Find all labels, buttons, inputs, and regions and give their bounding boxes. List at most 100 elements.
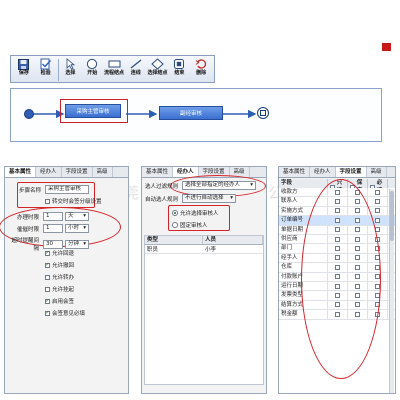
toolbar-divider [57,59,59,81]
flow-canvas[interactable]: 采购主管审核 副经审核 [10,88,382,142]
table-row[interactable]: 职员 小李 [145,245,263,255]
tab-advanced[interactable]: 高级 [367,167,387,177]
end-icon [173,58,186,70]
tab-basic[interactable]: 基本属性 [279,167,311,177]
start-button[interactable]: 开始 [81,58,103,82]
option-checkbox[interactable] [45,286,50,292]
option-checkbox[interactable]: ✓ [45,250,50,256]
select-rule-value: 选择全部指定的经办人 [185,182,241,188]
option-row[interactable]: ✓ 会签意见必填 [45,309,85,317]
flow-node-label: 流程结点 [103,70,124,76]
handler-table: 类型 人员 职员 小李 [144,235,264,385]
submit-check-row[interactable]: 转交时会签分级设置 [45,197,102,205]
field-required-cell [368,188,388,197]
tab-strip: 基本属性 经办人 字段设置 高级 [279,167,395,178]
tab-fields[interactable]: 字段设置 [62,167,93,177]
handle-time-unit-select[interactable]: 天 ▾ [65,212,89,221]
check-button[interactable]: 检验 [35,58,57,82]
handle-time-unit: 天 [68,213,74,219]
tab-strip: 基本属性 经办人 字段设置 高级 [5,167,128,178]
step-name-row: 步骤名称 采购主管审核 [19,185,89,194]
radio-row[interactable]: 固定审核人 [172,221,208,229]
radio-label: 允许选择审核人 [180,211,219,217]
tab-basic[interactable]: 基本属性 [142,167,174,177]
chevron-down-icon: ▾ [83,240,86,247]
dept-review-node[interactable]: 副经审核 [159,106,223,120]
select-label: 选择 [65,70,76,76]
handle-time-input[interactable]: 1 [43,212,63,221]
option-row[interactable]: 允许挂起 [45,285,74,293]
option-row[interactable]: ✓ 允许撤回 [45,261,74,269]
radio-button[interactable] [172,210,178,216]
tab-handler[interactable]: 经办人 [310,167,336,177]
radio-label: 固定审核人 [180,223,208,229]
chevron-down-icon: ▾ [83,213,86,219]
diamond-icon [151,58,164,70]
option-checkbox[interactable] [45,274,50,280]
table-header: 类型 人员 [145,236,263,245]
scrollbar-thumb[interactable] [390,191,394,241]
tab-advanced[interactable]: 高级 [93,167,113,177]
select-rule-label: 选人过滤规则 [145,183,179,190]
option-label: 会签意见必填 [52,311,86,317]
option-label: 允许回退 [52,251,75,257]
check-icon [39,58,52,70]
submit-check-label: 转交时会签分级设置 [52,199,102,205]
option-checkbox[interactable]: ✓ [45,298,50,304]
line-label: 连线 [130,70,141,76]
end-node[interactable] [257,107,269,119]
select-node-button[interactable]: 选择结点 [147,58,169,82]
chevron-down-icon: ▾ [230,195,233,201]
remind-unit: 小时 [68,225,80,231]
flow-node-button[interactable]: 流程结点 [103,58,125,82]
table-header-person: 人员 [203,236,263,244]
overtime-unit-select[interactable]: 分钟 ▾ [65,239,89,249]
scrollbar[interactable] [389,189,394,393]
tab-handler[interactable]: 经办人 [36,167,62,177]
radio-row[interactable]: 允许选择审核人 [172,209,219,217]
step-name-label: 步骤名称 [19,187,42,194]
overtime-input[interactable]: 30 [43,239,63,249]
option-row[interactable]: ✓ 启用会签 [45,297,74,305]
handle-time-label: 办理时限 [16,214,39,221]
auto-rule-value: 不进行自动选择 [185,195,224,201]
tab-basic[interactable]: 基本属性 [5,167,37,177]
start-node[interactable] [24,109,34,119]
option-label: 允许挂起 [52,287,75,293]
delete-button[interactable]: 删除 [190,58,212,82]
pointer-icon [64,58,77,70]
approve-manager-node[interactable]: 采购主管审核 [65,104,121,118]
field-required-cell [368,197,388,206]
step-name-input[interactable]: 采购主管审核 [45,185,89,194]
option-checkbox[interactable]: ✓ [45,262,50,268]
submit-checkbox[interactable] [45,198,50,204]
line-button[interactable]: 连线 [125,58,147,82]
handler-panel: 基本属性 经办人 字段设置 高级 选人过滤规则 选择全部指定的经办人 ▾ 自动选… [141,166,267,394]
start-label: 开始 [87,70,98,76]
save-icon [17,58,30,70]
overtime-unit: 分钟 [68,240,80,247]
auto-rule-select[interactable]: 不进行自动选择 ▾ [182,194,236,203]
option-checkbox[interactable]: ✓ [45,310,50,316]
select-rule-select[interactable]: 选择全部指定的经办人 ▾ [182,181,256,190]
select-button[interactable]: 选择 [60,58,82,82]
delete-icon [195,58,208,70]
option-row[interactable]: ✓ 允许回退 [45,249,74,257]
remind-unit-select[interactable]: 小时 ▾ [65,224,89,233]
field-required-checkbox[interactable] [375,199,380,205]
option-label: 允许转办 [52,275,75,281]
end-button[interactable]: 结束 [168,58,190,82]
tab-fields[interactable]: 字段设置 [335,167,367,177]
radio-button[interactable] [172,222,178,228]
option-row[interactable]: 允许转办 [45,273,74,281]
field-required-checkbox[interactable] [375,217,380,223]
save-button[interactable]: 保存 [13,58,35,82]
designer-toolbar: 保存 检验 选择 开始 流程结点 连线 选择结点 结束 删除 [10,55,215,83]
field-settings-panel: 基本属性 经办人 字段设置 高级 字段 只读 保密 必填 收款方联系人实施方式订… [278,166,396,394]
overtime-label: 超时提醒间隔 [11,238,39,252]
field-required-checkbox[interactable] [375,189,380,195]
remind-input[interactable]: 1 [43,224,63,233]
end-label: 结束 [174,70,185,76]
table-cell-person: 小李 [205,247,217,254]
field-required-checkbox[interactable] [375,208,380,214]
